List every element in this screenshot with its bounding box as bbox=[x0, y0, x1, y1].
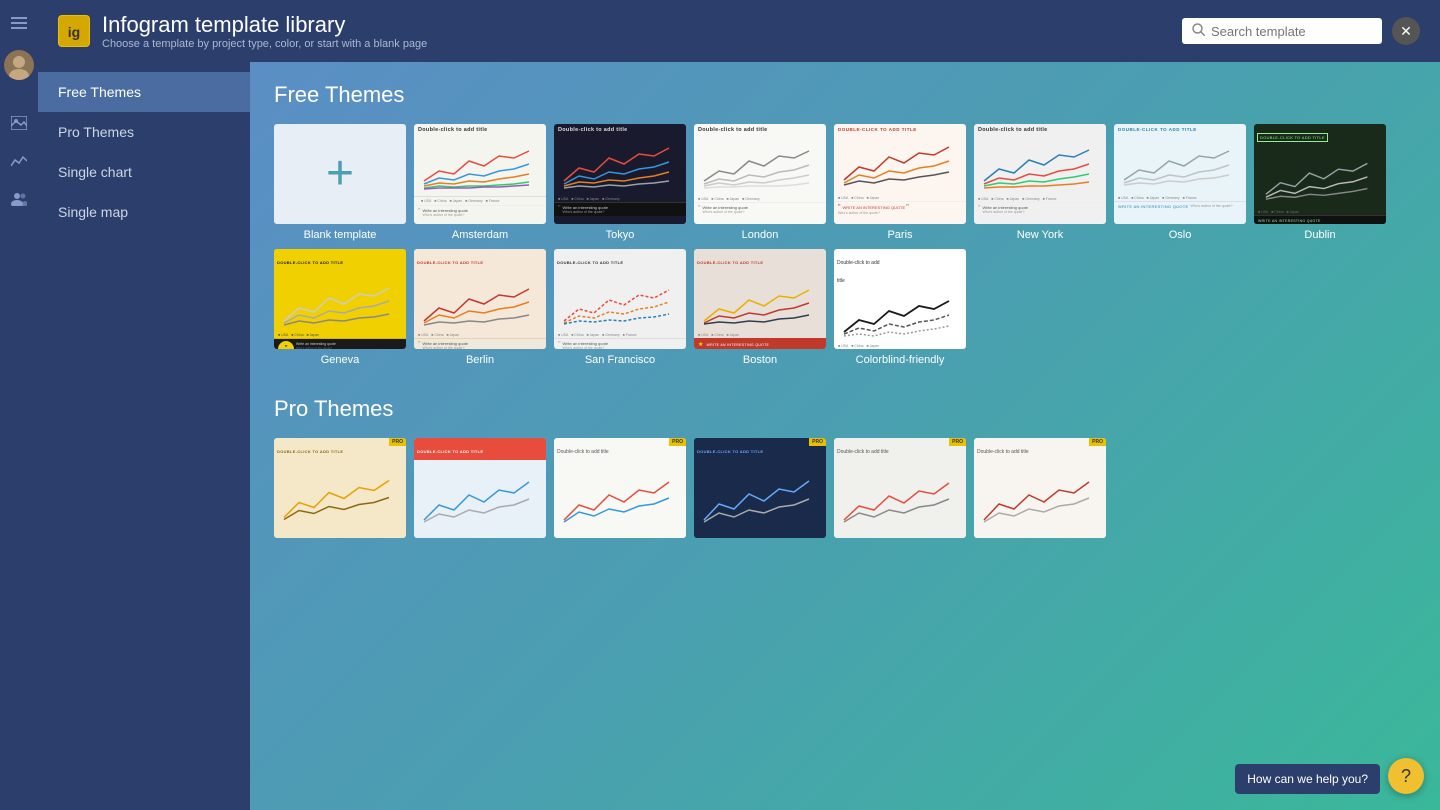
header-right: ✕ bbox=[1182, 17, 1420, 45]
search-box[interactable] bbox=[1182, 18, 1382, 44]
template-geneva[interactable]: DOUBLE-CLICK TO ADD TITLE ■ USA■ China■ … bbox=[274, 249, 406, 366]
boston-name: Boston bbox=[694, 354, 826, 366]
sidebar-icons bbox=[0, 0, 38, 810]
sanfrancisco-name: San Francisco bbox=[554, 354, 686, 366]
pro-themes-grid: PRO DOUBLE-CLICK TO ADD TITLE bbox=[274, 438, 1416, 538]
paris-thumb: DOUBLE-CLICK TO ADD TITLE ■ USA■ China■ … bbox=[834, 124, 966, 224]
template-berlin[interactable]: DOUBLE-CLICK TO ADD TITLE ■ USA■ China■ … bbox=[414, 249, 546, 366]
tokyo-thumb: Double-click to add title ■ USA■ China■ … bbox=[554, 124, 686, 224]
template-pro-1[interactable]: PRO DOUBLE-CLICK TO ADD TITLE bbox=[274, 438, 406, 538]
blank-thumb: + bbox=[274, 124, 406, 224]
template-pro-3[interactable]: PRO Double-click to add title bbox=[554, 438, 686, 538]
main-area: ig Infogram template library Choose a te… bbox=[38, 0, 1440, 810]
app-title: Infogram template library bbox=[102, 12, 427, 38]
search-input[interactable] bbox=[1211, 24, 1372, 39]
pro-4-thumb: PRO DOUBLE-CLICK TO ADD TITLE bbox=[694, 438, 826, 538]
london-thumb: Double-click to add title ■ USA■ China■ … bbox=[694, 124, 826, 224]
header-title-block: Infogram template library Choose a templ… bbox=[102, 12, 427, 50]
nav-item-single-chart[interactable]: Single chart bbox=[38, 152, 250, 192]
template-boston[interactable]: DOUBLE-CLICK TO ADD TITLE ■ USA■ China■ … bbox=[694, 249, 826, 366]
amsterdam-name: Amsterdam bbox=[414, 229, 546, 241]
london-name: London bbox=[694, 229, 826, 241]
plus-icon: + bbox=[326, 150, 354, 198]
help-text: How can we help you? bbox=[1235, 764, 1380, 794]
template-pro-5[interactable]: PRO Double-click to add title bbox=[834, 438, 966, 538]
template-newyork[interactable]: Double-click to add title ■ USA■ China■ … bbox=[974, 124, 1106, 241]
dublin-thumb: DOUBLE-CLICK TO ADD TITLE ■ USA■ China■ … bbox=[1254, 124, 1386, 224]
users-icon[interactable] bbox=[4, 184, 34, 214]
template-pro-2[interactable]: PRO DOUBLE-CLICK TO ADD TITLE bbox=[414, 438, 546, 538]
template-tokyo[interactable]: Double-click to add title ■ USA■ China■ … bbox=[554, 124, 686, 241]
free-themes-title: Free Themes bbox=[274, 82, 1416, 108]
user-avatar[interactable] bbox=[4, 50, 34, 80]
scroll-content[interactable]: Free Themes + Blank template Double-clic… bbox=[250, 62, 1440, 810]
image-icon[interactable] bbox=[4, 108, 34, 138]
template-sanfrancisco[interactable]: DOUBLE-CLICK TO ADD TITLE ■ USA■ China■ … bbox=[554, 249, 686, 366]
content-area: Free Themes Pro Themes Single chart Sing… bbox=[38, 62, 1440, 810]
tokyo-name: Tokyo bbox=[554, 229, 686, 241]
paris-name: Paris bbox=[834, 229, 966, 241]
newyork-thumb: Double-click to add title ■ USA■ China■ … bbox=[974, 124, 1106, 224]
template-colorblind[interactable]: Double-click to addtitle ■ USA■ China■ J… bbox=[834, 249, 966, 366]
dublin-name: Dublin bbox=[1254, 229, 1386, 241]
chart-icon[interactable] bbox=[4, 146, 34, 176]
header-left: ig Infogram template library Choose a te… bbox=[58, 12, 427, 50]
berlin-thumb: DOUBLE-CLICK TO ADD TITLE ■ USA■ China■ … bbox=[414, 249, 546, 349]
oslo-thumb: DOUBLE-CLICK TO ADD TITLE ■ USA■ China■ … bbox=[1114, 124, 1246, 224]
template-blank[interactable]: + Blank template bbox=[274, 124, 406, 241]
template-london[interactable]: Double-click to add title ■ USA■ China■ … bbox=[694, 124, 826, 241]
app-logo: ig bbox=[58, 15, 90, 47]
pro-6-thumb: PRO Double-click to add title bbox=[974, 438, 1106, 538]
berlin-name: Berlin bbox=[414, 354, 546, 366]
help-button[interactable]: ? bbox=[1388, 758, 1424, 794]
close-button[interactable]: ✕ bbox=[1392, 17, 1420, 45]
nav-item-pro-themes[interactable]: Pro Themes bbox=[38, 112, 250, 152]
boston-thumb: DOUBLE-CLICK TO ADD TITLE ■ USA■ China■ … bbox=[694, 249, 826, 349]
template-paris[interactable]: DOUBLE-CLICK TO ADD TITLE ■ USA■ China■ … bbox=[834, 124, 966, 241]
blank-template-name: Blank template bbox=[274, 229, 406, 241]
pro-3-thumb: PRO Double-click to add title bbox=[554, 438, 686, 538]
amsterdam-thumb: Double-click to add title ■ USA■ Ch bbox=[414, 124, 546, 224]
colorblind-name: Colorblind-friendly bbox=[834, 354, 966, 366]
sanfrancisco-thumb: DOUBLE-CLICK TO ADD TITLE ■ USA■ China■ … bbox=[554, 249, 686, 349]
colorblind-thumb: Double-click to addtitle ■ USA■ China■ J… bbox=[834, 249, 966, 349]
template-amsterdam[interactable]: Double-click to add title ■ USA■ Ch bbox=[414, 124, 546, 241]
nav-item-single-map[interactable]: Single map bbox=[38, 192, 250, 232]
template-pro-6[interactable]: PRO Double-click to add title bbox=[974, 438, 1106, 538]
template-dublin[interactable]: DOUBLE-CLICK TO ADD TITLE ■ USA■ China■ … bbox=[1254, 124, 1386, 241]
pro-2-thumb: PRO DOUBLE-CLICK TO ADD TITLE bbox=[414, 438, 546, 538]
menu-icon[interactable] bbox=[4, 8, 34, 38]
template-oslo[interactable]: DOUBLE-CLICK TO ADD TITLE ■ USA■ China■ … bbox=[1114, 124, 1246, 241]
pro-1-thumb: PRO DOUBLE-CLICK TO ADD TITLE bbox=[274, 438, 406, 538]
geneva-thumb: DOUBLE-CLICK TO ADD TITLE ■ USA■ China■ … bbox=[274, 249, 406, 349]
geneva-name: Geneva bbox=[274, 354, 406, 366]
top-header: ig Infogram template library Choose a te… bbox=[38, 0, 1440, 62]
search-icon bbox=[1192, 23, 1205, 39]
app-subtitle: Choose a template by project type, color… bbox=[102, 38, 427, 50]
nav-item-free-themes[interactable]: Free Themes bbox=[38, 72, 250, 112]
left-nav: Free Themes Pro Themes Single chart Sing… bbox=[38, 62, 250, 810]
newyork-name: New York bbox=[974, 229, 1106, 241]
pro-5-thumb: PRO Double-click to add title bbox=[834, 438, 966, 538]
oslo-name: Oslo bbox=[1114, 229, 1246, 241]
pro-themes-title: Pro Themes bbox=[274, 396, 1416, 422]
free-themes-grid: + Blank template Double-click to add tit… bbox=[274, 124, 1416, 366]
template-pro-4[interactable]: PRO DOUBLE-CLICK TO ADD TITLE bbox=[694, 438, 826, 538]
svg-text:ig: ig bbox=[68, 24, 80, 40]
